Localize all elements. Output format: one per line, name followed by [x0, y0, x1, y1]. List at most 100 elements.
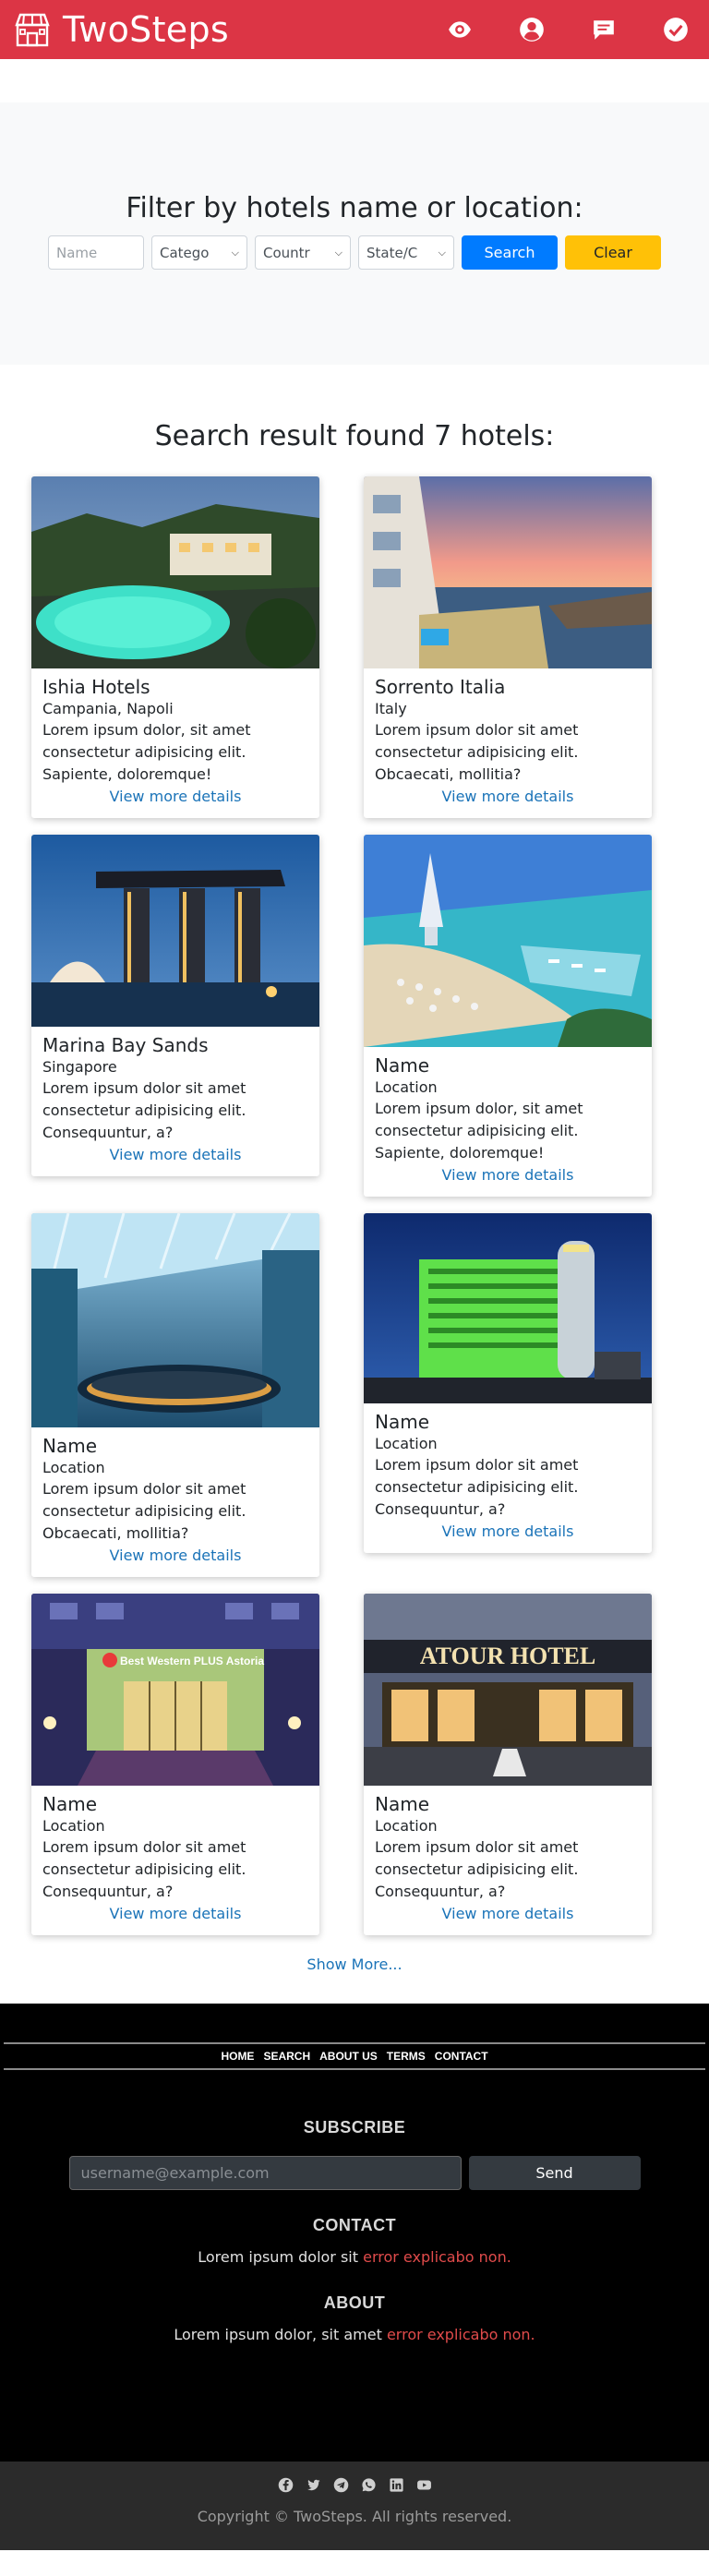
- state-value: State/C: [367, 244, 418, 261]
- about-text-main: Lorem ipsum dolor, sit amet: [174, 2326, 382, 2343]
- chevron-down-icon: ⌵: [438, 246, 446, 259]
- footer-divider: [4, 2068, 705, 2070]
- country-value: Countr: [263, 244, 310, 261]
- contact-text-error: error explicabo non.: [363, 2248, 511, 2266]
- hotel-name: Sorrento Italia: [375, 676, 506, 698]
- category-select[interactable]: Catego ⌵: [151, 235, 247, 270]
- view-details-link[interactable]: View more details: [42, 788, 308, 805]
- about-text-error: error explicabo non.: [386, 2326, 535, 2343]
- footer-link-terms[interactable]: TERMS: [387, 2050, 426, 2063]
- footer: HOME SEARCH ABOUT US TERMS CONTACT SUBSC…: [0, 2004, 709, 2462]
- filter-title: Filter by hotels name or location:: [126, 192, 583, 224]
- hotel-card: Sorrento Italia Italy Lorem ipsum dolor …: [364, 476, 652, 818]
- hotel-image[interactable]: [31, 476, 319, 668]
- hotel-card: Ishia Hotels Campania, Napoli Lorem ipsu…: [31, 476, 319, 818]
- view-details-link[interactable]: View more details: [42, 1547, 308, 1564]
- top-navbar: TwoSteps: [0, 0, 709, 59]
- state-select[interactable]: State/C ⌵: [358, 235, 454, 270]
- hotel-description: Lorem ipsum dolor sit amet consectetur a…: [375, 1456, 579, 1518]
- linkedin-icon[interactable]: [388, 2476, 404, 2493]
- message-icon[interactable]: [591, 17, 617, 42]
- hotel-description: Lorem ipsum dolor, sit amet consectetur …: [375, 1100, 583, 1162]
- chevron-down-icon: ⌵: [334, 246, 342, 259]
- category-value: Catego: [160, 244, 210, 261]
- hotel-image[interactable]: [31, 835, 319, 1027]
- hotel-card: Name Location Lorem ipsum dolor sit amet…: [31, 1213, 319, 1577]
- atour-hotel-sign: ATOUR HOTEL: [420, 1643, 595, 1669]
- country-select[interactable]: Countr ⌵: [255, 235, 351, 270]
- view-details-link[interactable]: View more details: [42, 1146, 308, 1163]
- hotel-location: Italy: [375, 700, 407, 717]
- footer-link-search[interactable]: SEARCH: [263, 2050, 310, 2063]
- hotel-image[interactable]: [364, 835, 652, 1047]
- view-details-link[interactable]: View more details: [375, 788, 641, 805]
- view-details-link[interactable]: View more details: [375, 1905, 641, 1922]
- hotel-image[interactable]: ATOUR HOTEL: [364, 1594, 652, 1786]
- filter-controls: Name Catego ⌵ Countr ⌵ State/C ⌵ Search Cle…: [48, 235, 661, 270]
- hotel-location: Singapore: [42, 1058, 117, 1076]
- footer-link-home[interactable]: HOME: [221, 2050, 254, 2063]
- results-title: Search result found 7 hotels:: [154, 420, 555, 452]
- footer-nav: HOME SEARCH ABOUT US TERMS CONTACT: [0, 2044, 709, 2068]
- search-button[interactable]: Search: [462, 235, 558, 270]
- eye-icon[interactable]: [447, 17, 473, 42]
- about-text: Lorem ipsum dolor, sit amet error explic…: [0, 2326, 709, 2343]
- hotel-name: Ishia Hotels: [42, 676, 150, 698]
- copyright-text: Copyright © TwoSteps. All rights reserve…: [197, 2508, 512, 2525]
- whatsapp-icon[interactable]: [360, 2476, 377, 2493]
- hotel-image[interactable]: [364, 1213, 652, 1403]
- hotel-card: ATOUR HOTEL Name Location Lorem ipsum do…: [364, 1594, 652, 1935]
- footer-link-about[interactable]: ABOUT US: [319, 2050, 378, 2063]
- hotel-location: Location: [375, 1078, 438, 1096]
- hotel-grid: Ishia Hotels Campania, Napoli Lorem ipsu…: [31, 476, 678, 1935]
- name-input[interactable]: Name: [48, 235, 144, 270]
- social-links: [277, 2476, 432, 2493]
- hotel-image[interactable]: [364, 476, 652, 668]
- send-button[interactable]: Send: [468, 2156, 641, 2190]
- hotel-description: Lorem ipsum dolor sit amet consectetur a…: [42, 1079, 246, 1141]
- clear-button[interactable]: Clear: [565, 235, 661, 270]
- twitter-icon[interactable]: [305, 2476, 321, 2493]
- hotel-card: Name Location Lorem ipsum dolor, sit ame…: [364, 835, 652, 1197]
- view-details-link[interactable]: View more details: [42, 1905, 308, 1922]
- hotel-location: Location: [375, 1817, 438, 1835]
- hotel-image[interactable]: Best Western PLUS Astoria: [31, 1594, 319, 1786]
- filter-section: Filter by hotels name or location: Name …: [0, 102, 709, 365]
- best-western-sign: Best Western PLUS Astoria: [120, 1655, 264, 1667]
- hotel-name: Name: [42, 1793, 98, 1815]
- subscribe-heading: SUBSCRIBE: [303, 2118, 406, 2137]
- hotel-description: Lorem ipsum dolor, sit amet consectetur …: [42, 721, 251, 783]
- contact-text-main: Lorem ipsum dolor sit: [198, 2248, 359, 2266]
- user-circle-icon[interactable]: [519, 17, 545, 42]
- contact-text: Lorem ipsum dolor sit error explicabo no…: [0, 2248, 709, 2266]
- hotel-description: Lorem ipsum dolor sit amet consectetur a…: [42, 1838, 246, 1900]
- view-details-link[interactable]: View more details: [375, 1166, 641, 1184]
- footer-link-contact[interactable]: CONTACT: [435, 2050, 488, 2063]
- about-heading: ABOUT: [323, 2293, 386, 2312]
- telegram-icon[interactable]: [332, 2476, 349, 2493]
- hotel-location: Location: [375, 1435, 438, 1452]
- hotel-card: Marina Bay Sands Singapore Lorem ipsum d…: [31, 835, 319, 1176]
- email-input[interactable]: username@example.com: [68, 2156, 462, 2190]
- chevron-down-icon: ⌵: [231, 246, 239, 259]
- youtube-icon[interactable]: [415, 2476, 432, 2493]
- hotel-image[interactable]: [31, 1213, 319, 1427]
- hotel-name: Name: [375, 1793, 430, 1815]
- bottom-bar: Copyright © TwoSteps. All rights reserve…: [0, 2462, 709, 2550]
- hotel-description: Lorem ipsum dolor sit amet consectetur a…: [375, 721, 579, 783]
- brand-name: TwoSteps: [63, 9, 229, 50]
- contact-heading: CONTACT: [312, 2216, 397, 2234]
- facebook-icon[interactable]: [277, 2476, 294, 2493]
- hotel-description: Lorem ipsum dolor sit amet consectetur a…: [375, 1838, 579, 1900]
- check-circle-icon[interactable]: [663, 17, 689, 42]
- hotel-description: Lorem ipsum dolor sit amet consectetur a…: [42, 1480, 246, 1542]
- header-icons: [447, 17, 689, 42]
- hotel-card: Name Location Lorem ipsum dolor sit amet…: [364, 1213, 652, 1553]
- view-details-link[interactable]: View more details: [375, 1523, 641, 1540]
- brand[interactable]: TwoSteps: [13, 9, 229, 50]
- hotel-location: Campania, Napoli: [42, 700, 174, 717]
- subscribe-form: username@example.com Send: [0, 2156, 709, 2190]
- hotel-name: Name: [42, 1435, 98, 1457]
- show-more-link[interactable]: Show More...: [0, 1956, 709, 1976]
- store-icon: [15, 13, 50, 47]
